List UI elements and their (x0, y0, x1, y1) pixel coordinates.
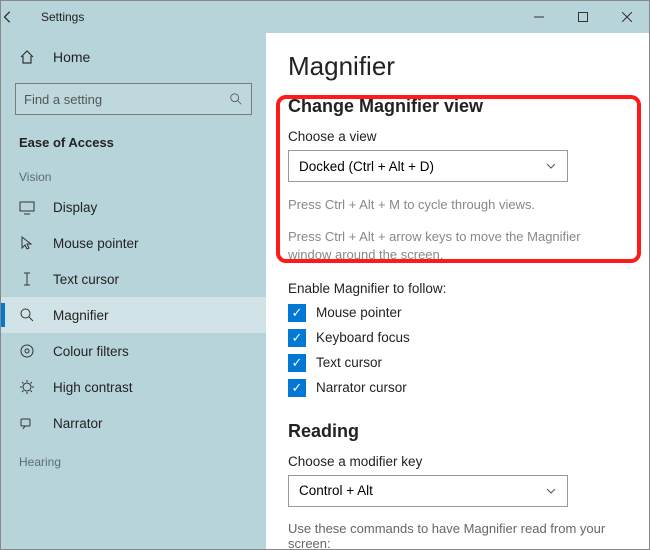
hint-move-window: Press Ctrl + Alt + arrow keys to move th… (288, 228, 627, 264)
nav-label: Mouse pointer (53, 236, 139, 251)
nav-label: Text cursor (53, 272, 119, 287)
search-field[interactable] (24, 92, 229, 107)
home-icon (19, 49, 39, 65)
checkbox-text-cursor[interactable]: ✓ Text cursor (288, 354, 627, 372)
minimize-button[interactable] (517, 1, 561, 33)
choose-view-label: Choose a view (288, 129, 627, 144)
nav-label: Colour filters (53, 344, 129, 359)
modifier-key-value: Control + Alt (299, 483, 373, 498)
section-change-view-title: Change Magnifier view (288, 96, 627, 117)
sidebar-item-colour-filters[interactable]: Colour filters (1, 333, 266, 369)
sidebar-group-hearing: Hearing (1, 441, 266, 475)
nav-label: High contrast (53, 380, 133, 395)
reading-footer-hint: Use these commands to have Magnifier rea… (288, 521, 627, 549)
nav-label: Display (53, 200, 97, 215)
close-button[interactable] (605, 1, 649, 33)
sidebar-item-mouse-pointer[interactable]: Mouse pointer (1, 225, 266, 261)
chevron-down-icon (545, 485, 557, 497)
mouse-pointer-icon (19, 235, 39, 251)
checkbox-mouse-pointer[interactable]: ✓ Mouse pointer (288, 304, 627, 322)
magnifier-icon (19, 307, 39, 323)
sidebar-item-display[interactable]: Display (1, 190, 266, 225)
modifier-key-select[interactable]: Control + Alt (288, 475, 568, 507)
nav-label: Narrator (53, 416, 103, 431)
check-label: Mouse pointer (316, 305, 402, 320)
sidebar-home-label: Home (53, 49, 90, 65)
follow-label: Enable Magnifier to follow: (288, 281, 627, 296)
maximize-button[interactable] (561, 1, 605, 33)
modifier-key-label: Choose a modifier key (288, 454, 627, 469)
check-icon: ✓ (288, 329, 306, 347)
high-contrast-icon (19, 379, 39, 395)
back-button[interactable] (1, 10, 41, 24)
colour-filters-icon (19, 343, 39, 359)
check-icon: ✓ (288, 304, 306, 322)
check-label: Keyboard focus (316, 330, 410, 345)
sidebar-item-text-cursor[interactable]: Text cursor (1, 261, 266, 297)
display-icon (19, 201, 39, 215)
sidebar-item-magnifier[interactable]: Magnifier (1, 297, 266, 333)
main-content: Magnifier Change Magnifier view Choose a… (266, 33, 649, 549)
check-label: Text cursor (316, 355, 382, 370)
checkbox-keyboard-focus[interactable]: ✓ Keyboard focus (288, 329, 627, 347)
narrator-icon (19, 415, 39, 431)
window-title: Settings (41, 10, 84, 24)
check-icon: ✓ (288, 354, 306, 372)
sidebar-item-high-contrast[interactable]: High contrast (1, 369, 266, 405)
choose-view-value: Docked (Ctrl + Alt + D) (299, 159, 434, 174)
sidebar-group-vision: Vision (1, 156, 266, 190)
check-label: Narrator cursor (316, 380, 407, 395)
search-icon (229, 92, 243, 106)
sidebar: Home Ease of Access Vision Display Mouse… (1, 33, 266, 549)
sidebar-item-narrator[interactable]: Narrator (1, 405, 266, 441)
sidebar-home[interactable]: Home (1, 41, 266, 73)
text-cursor-icon (19, 271, 39, 287)
search-input[interactable] (15, 83, 252, 115)
chevron-down-icon (545, 160, 557, 172)
nav-label: Magnifier (53, 308, 109, 323)
hint-cycle-views: Press Ctrl + Alt + M to cycle through vi… (288, 196, 627, 214)
sidebar-category: Ease of Access (1, 125, 266, 156)
page-title: Magnifier (288, 51, 627, 82)
check-icon: ✓ (288, 379, 306, 397)
checkbox-narrator-cursor[interactable]: ✓ Narrator cursor (288, 379, 627, 397)
section-reading-title: Reading (288, 421, 627, 442)
choose-view-select[interactable]: Docked (Ctrl + Alt + D) (288, 150, 568, 182)
